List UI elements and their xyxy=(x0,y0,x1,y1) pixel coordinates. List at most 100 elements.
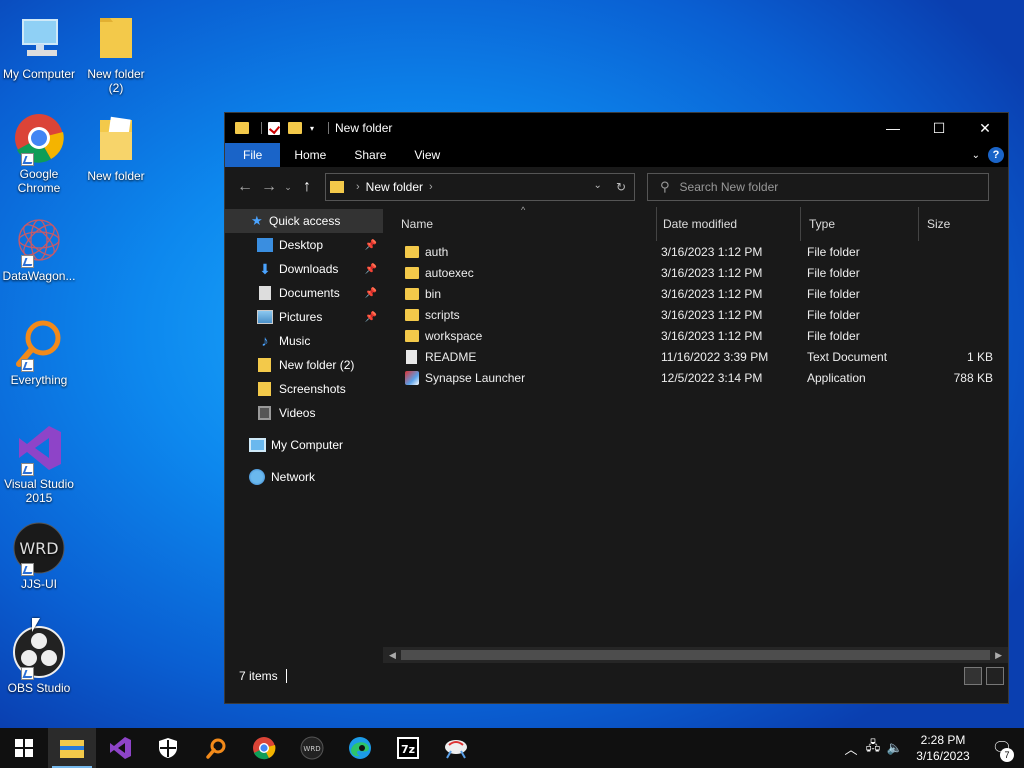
recent-locations-button[interactable]: ⌄ xyxy=(281,182,295,193)
magnifier-icon xyxy=(206,738,226,759)
breadcrumb-current[interactable]: New folder xyxy=(366,180,423,194)
taskbar-everything[interactable] xyxy=(192,728,240,768)
properties-icon[interactable] xyxy=(268,121,280,135)
table-row[interactable]: bin 3/16/2023 1:12 PM File folder xyxy=(383,283,1008,304)
search-box[interactable]: ⚲ Search New folder xyxy=(647,173,989,201)
sidebar-item-screenshots[interactable]: Screenshots xyxy=(225,377,383,401)
table-row[interactable]: scripts 3/16/2023 1:12 PM File folder xyxy=(383,304,1008,325)
folder-icon xyxy=(405,287,419,300)
title-bar[interactable]: ▾ New folder — ☐ ✕ xyxy=(225,113,1008,143)
desktop-icon-new-folder-2[interactable]: New folder (2) xyxy=(77,12,155,95)
datawagon-icon xyxy=(13,214,65,268)
desktop-icon-everything[interactable]: Everything xyxy=(0,318,78,387)
pin-icon[interactable]: 📌 xyxy=(365,264,377,275)
table-row[interactable]: README 11/16/2022 3:39 PM Text Document 1 K… xyxy=(383,346,1008,367)
desktop-icon-obs-studio[interactable]: OBS Studio xyxy=(0,626,78,695)
expand-ribbon-icon[interactable]: ⌄ xyxy=(972,150,980,161)
sidebar-item-music[interactable]: ♪ Music xyxy=(225,329,383,353)
sidebar-item-documents[interactable]: Documents 📌 xyxy=(225,281,383,305)
chevron-up-icon[interactable]: ︿ xyxy=(840,739,862,758)
sidebar-item-videos[interactable]: Videos xyxy=(225,401,383,425)
7zip-icon: 7z xyxy=(397,737,419,759)
sidebar-item-quick-access[interactable]: ★ Quick access xyxy=(225,209,383,233)
desktop-icon-new-folder[interactable]: New folder xyxy=(77,114,155,183)
desktop-icon-visual-studio[interactable]: Visual Studio 2015 xyxy=(0,422,78,505)
minimize-button[interactable]: — xyxy=(870,113,916,143)
sidebar-item-desktop[interactable]: Desktop 📌 xyxy=(225,233,383,257)
tab-home[interactable]: Home xyxy=(280,143,340,167)
shortcut-arrow-icon xyxy=(21,563,34,576)
scrollbar-thumb[interactable] xyxy=(401,650,990,660)
sidebar-item-pictures[interactable]: Pictures 📌 xyxy=(225,305,383,329)
taskbar-edge[interactable] xyxy=(336,728,384,768)
start-button[interactable] xyxy=(0,728,48,768)
column-header-date-modified[interactable]: Date modified xyxy=(657,207,801,241)
sort-ascending-icon: ^ xyxy=(521,205,526,215)
clock[interactable]: 2:28 PM 3/16/2023 xyxy=(906,732,980,764)
download-icon: ⬇ xyxy=(259,260,271,277)
new-folder-icon[interactable] xyxy=(288,122,302,134)
taskbar-chrome[interactable] xyxy=(240,728,288,768)
shortcut-arrow-icon xyxy=(21,255,34,268)
address-box[interactable]: › New folder › ⌄ ↻ xyxy=(325,173,635,201)
desktop-icon-jjs-ui[interactable]: WRD JJS-UI xyxy=(0,522,78,591)
sidebar-item-network[interactable]: Network xyxy=(225,465,383,489)
window-title: New folder xyxy=(335,121,393,135)
sidebar-item-new-folder-2[interactable]: New folder (2) xyxy=(225,353,383,377)
horizontal-scrollbar[interactable]: ◀ ▶ xyxy=(383,647,1008,663)
column-header-type[interactable]: Type xyxy=(801,207,919,241)
column-header-size[interactable]: Size xyxy=(919,207,999,241)
tab-file[interactable]: File xyxy=(225,143,281,167)
pin-icon[interactable]: 📌 xyxy=(365,288,377,299)
divider xyxy=(285,669,287,683)
sidebar-item-my-computer[interactable]: My Computer xyxy=(225,433,383,457)
tab-share[interactable]: Share xyxy=(340,143,400,167)
taskbar-visual-studio[interactable] xyxy=(96,728,144,768)
folder-icon xyxy=(258,382,271,396)
network-icon[interactable]: 🖧 xyxy=(862,737,884,759)
notification-center-button[interactable]: 🗨 7 xyxy=(980,738,1024,762)
table-row[interactable]: autoexec 3/16/2023 1:12 PM File folder xyxy=(383,262,1008,283)
large-icons-view-button[interactable] xyxy=(986,667,1004,685)
address-bar-row: ← → ⌄ ↑ › New folder › ⌄ ↻ ⚲ Search New … xyxy=(225,167,1008,207)
details-view-button[interactable] xyxy=(964,667,982,685)
shortcut-arrow-icon xyxy=(21,153,34,166)
maximize-button[interactable]: ☐ xyxy=(916,113,962,143)
back-button[interactable]: ← xyxy=(233,178,257,196)
taskbar-jjs-ui[interactable]: WRD xyxy=(288,728,336,768)
desktop-icon-datawagon[interactable]: DataWagon... xyxy=(0,214,78,283)
volume-icon[interactable]: 🔈 xyxy=(884,740,906,756)
up-button[interactable]: ↑ xyxy=(295,178,319,196)
column-header-name[interactable]: Name xyxy=(383,207,657,241)
scroll-left-icon[interactable]: ◀ xyxy=(389,650,396,661)
customize-toolbar-icon[interactable]: ▾ xyxy=(310,124,314,133)
chevron-right-icon[interactable]: › xyxy=(429,181,433,193)
sidebar-item-downloads[interactable]: ⬇ Downloads 📌 xyxy=(225,257,383,281)
tab-view[interactable]: View xyxy=(400,143,454,167)
divider xyxy=(328,122,330,134)
wrd-logo-icon: WRD xyxy=(300,736,324,760)
taskbar-synapse[interactable] xyxy=(432,728,480,768)
close-button[interactable]: ✕ xyxy=(962,113,1008,143)
pictures-icon xyxy=(257,310,273,324)
pin-icon[interactable]: 📌 xyxy=(365,312,377,323)
search-input[interactable]: Search New folder xyxy=(680,180,779,194)
desktop-icon-google-chrome[interactable]: Google Chrome xyxy=(0,112,78,195)
taskbar-7zip[interactable]: 7z xyxy=(384,728,432,768)
forward-button[interactable]: → xyxy=(257,178,281,196)
address-dropdown-icon[interactable]: ⌄ xyxy=(594,180,602,194)
taskbar: WRD 7z ︿ 🖧 🔈 2:28 PM 3/16/2023 🗨 7 xyxy=(0,728,1024,768)
taskbar-file-explorer[interactable] xyxy=(48,728,96,768)
taskbar-security[interactable] xyxy=(144,728,192,768)
desktop-icon-my-computer[interactable]: My Computer xyxy=(0,12,78,81)
scroll-right-icon[interactable]: ▶ xyxy=(995,650,1002,661)
help-icon[interactable]: ? xyxy=(988,147,1004,163)
pin-icon[interactable]: 📌 xyxy=(365,240,377,251)
table-row[interactable]: auth 3/16/2023 1:12 PM File folder xyxy=(383,241,1008,262)
edge-icon xyxy=(349,737,371,759)
table-row[interactable]: workspace 3/16/2023 1:12 PM File folder xyxy=(383,325,1008,346)
refresh-icon[interactable]: ↻ xyxy=(616,180,626,194)
chrome-icon xyxy=(13,112,65,166)
search-icon: ⚲ xyxy=(660,179,670,194)
table-row[interactable]: Synapse Launcher 12/5/2022 3:14 PM Applica… xyxy=(383,367,1008,388)
